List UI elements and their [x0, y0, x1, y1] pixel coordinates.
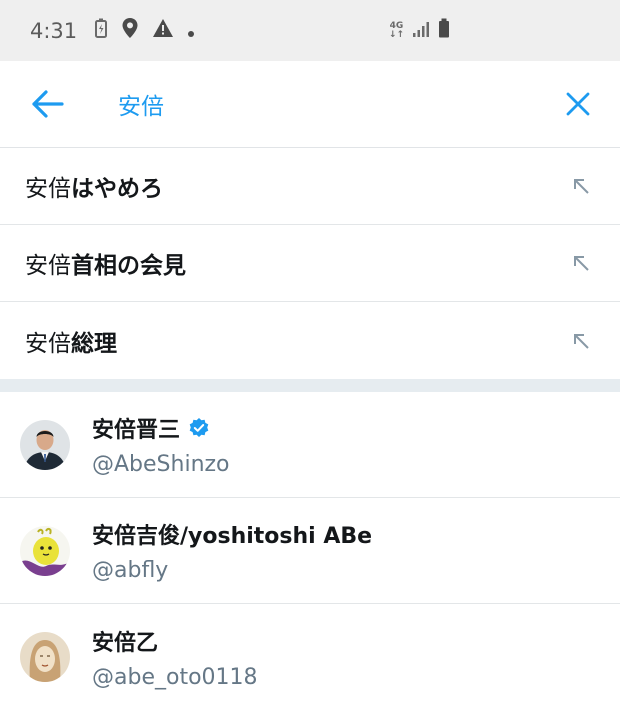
verified-badge-icon — [189, 418, 209, 437]
user-result[interactable]: 安倍乙 @abe_oto0118 — [0, 604, 620, 710]
fill-query-button[interactable] — [572, 254, 590, 272]
user-handle: @abe_oto0118 — [92, 664, 258, 690]
avatar[interactable] — [20, 525, 70, 576]
back-arrow-icon — [32, 90, 64, 118]
warning-icon — [152, 18, 174, 43]
user-display-name: 安倍吉俊/yoshitoshi ABe — [92, 524, 373, 549]
suggestion-item[interactable]: 安倍総理 — [0, 302, 620, 379]
status-bar: 4:31 4G ↓↑ — [0, 0, 620, 61]
signal-icon — [412, 19, 430, 43]
user-display-name: 安倍晋三 — [92, 418, 181, 443]
network-activity-label: ↓↑ — [388, 29, 404, 40]
suggestion-list: 安倍はやめろ 安倍首相の会見 安倍総理 — [0, 148, 620, 379]
fill-query-button[interactable] — [572, 177, 590, 195]
notification-dot-icon — [187, 19, 195, 43]
suggestion-item[interactable]: 安倍はやめろ — [0, 148, 620, 225]
user-result[interactable]: 安倍吉俊/yoshitoshi ABe @abfly — [0, 498, 620, 604]
suggestion-query-part: 安倍 — [25, 330, 71, 357]
suggestion-text: 安倍首相の会見 — [25, 246, 572, 280]
search-header: 安倍 — [0, 61, 620, 148]
suggestion-completion-part: 首相の会見 — [71, 253, 186, 279]
arrow-up-left-icon — [574, 179, 589, 194]
network-type-indicator: 4G ↓↑ — [388, 21, 404, 40]
status-time: 4:31 — [30, 18, 78, 43]
suggestion-completion-part: はやめろ — [71, 176, 163, 202]
arrow-up-left-icon — [574, 333, 589, 349]
section-divider — [0, 379, 620, 392]
search-input[interactable]: 安倍 — [118, 87, 566, 121]
user-display-name: 安倍乙 — [92, 630, 159, 656]
suggestion-item[interactable]: 安倍首相の会見 — [0, 225, 620, 302]
suggestion-query-part: 安倍 — [25, 253, 71, 279]
arrow-up-left-icon — [574, 256, 589, 271]
suggestion-text: 安倍総理 — [25, 324, 572, 358]
back-button[interactable] — [30, 89, 64, 119]
suggestion-text: 安倍はやめろ — [25, 169, 572, 203]
battery-saver-icon — [94, 18, 108, 43]
suggestion-completion-part: 総理 — [71, 330, 117, 357]
fill-query-button[interactable] — [572, 332, 590, 350]
user-handle: @AbeShinzo — [92, 452, 230, 477]
user-handle: @abfly — [92, 558, 169, 583]
avatar[interactable] — [20, 632, 70, 682]
suggestion-query-part: 安倍 — [25, 176, 71, 202]
close-icon — [566, 92, 590, 116]
avatar[interactable] — [20, 419, 70, 470]
clear-search-button[interactable] — [566, 92, 590, 116]
user-results-list: 安倍晋三 @AbeShinzo 安倍吉俊/yoshitoshi ABe @abf… — [0, 392, 620, 710]
location-icon — [121, 17, 139, 44]
user-result[interactable]: 安倍晋三 @AbeShinzo — [0, 392, 620, 498]
battery-icon — [438, 18, 450, 43]
